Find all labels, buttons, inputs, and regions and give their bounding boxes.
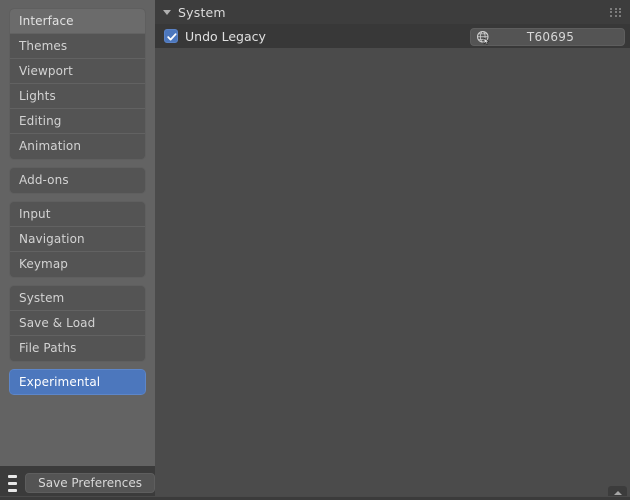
- sidebar-item-keymap[interactable]: Keymap: [10, 252, 145, 277]
- bug-report-link-button[interactable]: T60695: [470, 28, 625, 46]
- drag-grip-icon[interactable]: [610, 8, 623, 17]
- undo-legacy-checkbox-group[interactable]: Undo Legacy: [164, 29, 266, 44]
- window-bottom-edge: [0, 496, 630, 500]
- save-preferences-button[interactable]: Save Preferences: [25, 473, 155, 493]
- grip-dot: [614, 8, 617, 10]
- panel-content-area: [155, 48, 630, 478]
- sidebar-item-lights[interactable]: Lights: [10, 84, 145, 109]
- sidebar-item-themes[interactable]: Themes: [10, 34, 145, 59]
- hamburger-bar: [8, 474, 18, 478]
- hamburger-bar: [8, 481, 18, 485]
- grip-dot: [610, 14, 612, 17]
- chevron-up-icon: [613, 490, 622, 495]
- checkmark-icon: [167, 33, 177, 41]
- sidebar-item-add-ons[interactable]: Add-ons: [10, 168, 145, 193]
- sidebar-item-navigation[interactable]: Navigation: [10, 227, 145, 252]
- grip-dot: [619, 8, 622, 10]
- sidebar-item-viewport[interactable]: Viewport: [10, 59, 145, 84]
- undo-legacy-label: Undo Legacy: [185, 28, 266, 44]
- sidebar-group-system: System Save & Load File Paths: [9, 285, 146, 362]
- sidebar-footer: Save Preferences: [0, 466, 155, 500]
- sidebar-group-general: Interface Themes Viewport Lights Editing Anim…: [9, 8, 146, 160]
- sidebar-group-addons: Add-ons: [9, 167, 146, 194]
- page-title: System: [178, 4, 226, 20]
- sidebar-item-interface[interactable]: Interface: [10, 9, 145, 34]
- preferences-window: Interface Themes Viewport Lights Editing Anim…: [0, 0, 630, 500]
- sidebar-item-editing[interactable]: Editing: [10, 109, 145, 134]
- hamburger-menu-icon[interactable]: [8, 474, 18, 492]
- grip-dot: [619, 11, 622, 14]
- sidebar-item-input[interactable]: Input: [10, 202, 145, 227]
- grip-dot: [614, 11, 617, 14]
- sidebar-item-file-paths[interactable]: File Paths: [10, 336, 145, 361]
- sidebar-item-save-load[interactable]: Save & Load: [10, 311, 145, 336]
- grip-dot: [610, 8, 612, 10]
- sidebar-item-experimental[interactable]: Experimental: [9, 369, 146, 395]
- bug-report-link-label: T60695: [526, 30, 575, 44]
- property-row-undo-legacy: Undo Legacy T60695: [155, 24, 630, 48]
- hamburger-bar: [8, 488, 18, 492]
- grip-dot: [619, 14, 622, 17]
- preferences-sidebar: Interface Themes Viewport Lights Editing Anim…: [0, 0, 155, 500]
- sidebar-item-animation[interactable]: Animation: [10, 134, 145, 159]
- globe-link-icon: [476, 30, 490, 45]
- preferences-main-panel: System Undo Legacy T60695: [155, 0, 630, 500]
- sidebar-group-experimental: Experimental: [9, 369, 146, 395]
- sidebar-item-system[interactable]: System: [10, 286, 145, 311]
- panel-header[interactable]: System: [155, 0, 630, 24]
- grip-dot: [610, 11, 612, 14]
- checkbox-icon[interactable]: [164, 29, 178, 43]
- grip-dot: [614, 14, 617, 17]
- sidebar-group-input: Input Navigation Keymap: [9, 201, 146, 278]
- triangle-down-icon[interactable]: [163, 10, 171, 15]
- sidebar-nav-list: Interface Themes Viewport Lights Editing Anim…: [0, 0, 155, 466]
